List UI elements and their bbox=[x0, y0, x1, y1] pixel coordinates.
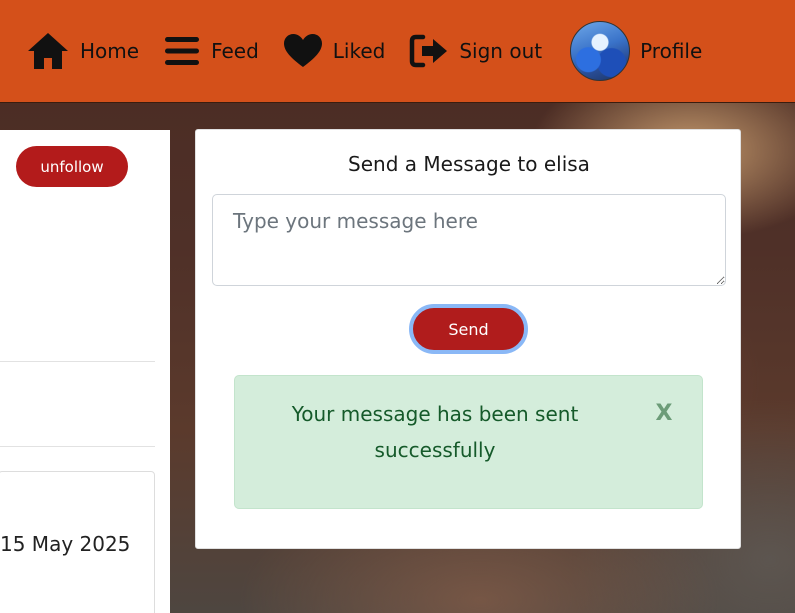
menu-icon bbox=[163, 35, 201, 67]
unfollow-button[interactable]: unfollow bbox=[16, 146, 128, 187]
nav-sign-out-label: Sign out bbox=[459, 39, 543, 63]
nav-liked-label: Liked bbox=[332, 39, 386, 63]
divider bbox=[0, 361, 155, 362]
close-icon[interactable]: X bbox=[653, 398, 675, 428]
heart-icon bbox=[283, 33, 323, 69]
sign-out-icon bbox=[409, 33, 449, 69]
nav-home-label: Home bbox=[80, 39, 140, 63]
nav-liked[interactable]: Liked bbox=[283, 33, 386, 69]
avatar bbox=[570, 21, 631, 81]
message-title: Send a Message to elisa bbox=[348, 152, 590, 176]
success-alert: Your message has been sent successfully … bbox=[234, 375, 703, 509]
nav-feed[interactable]: Feed bbox=[163, 35, 259, 67]
nav-profile[interactable]: Profile bbox=[570, 21, 702, 81]
nav-sign-out[interactable]: Sign out bbox=[409, 33, 542, 69]
divider bbox=[0, 446, 155, 447]
home-icon bbox=[26, 31, 70, 71]
message-input[interactable] bbox=[212, 194, 726, 286]
nav-feed-label: Feed bbox=[211, 39, 259, 63]
navbar: Home Feed Liked Sign out Profile bbox=[0, 0, 795, 103]
profile-panel: unfollow 15 May 2025 bbox=[0, 130, 170, 613]
success-message: Your message has been sent successfully bbox=[291, 402, 579, 462]
nav-profile-label: Profile bbox=[640, 39, 703, 63]
post-date: 15 May 2025 bbox=[0, 532, 131, 556]
nav-home[interactable]: Home bbox=[26, 31, 139, 71]
send-button[interactable]: Send bbox=[409, 304, 528, 354]
